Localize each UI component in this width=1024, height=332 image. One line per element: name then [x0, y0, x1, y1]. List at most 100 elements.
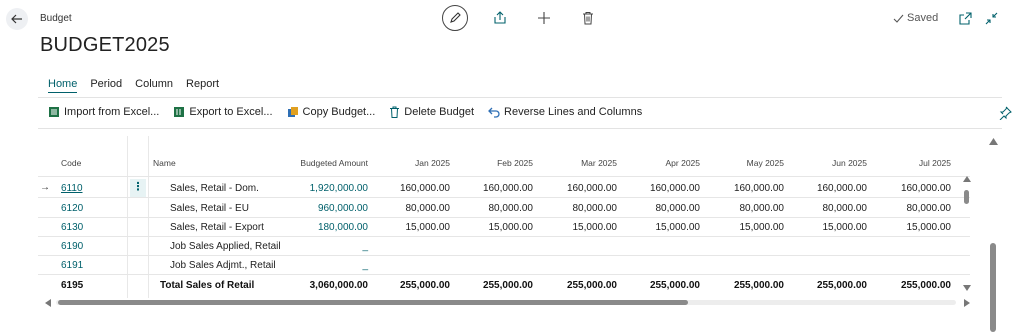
- name-cell[interactable]: Total Sales of Retail: [160, 280, 254, 291]
- jul-cell[interactable]: 15,000.00: [867, 222, 952, 233]
- trash-icon: [583, 12, 593, 25]
- row-actions-button[interactable]: ⋮: [130, 179, 146, 197]
- name-cell[interactable]: Sales, Retail - EU: [170, 203, 249, 214]
- apr-cell[interactable]: 160,000.00: [617, 183, 700, 194]
- feb-cell[interactable]: 255,000.00: [450, 280, 533, 291]
- jun-cell[interactable]: 160,000.00: [784, 183, 867, 194]
- edit-button[interactable]: [442, 5, 468, 31]
- copy-budget-label: Copy Budget...: [302, 106, 376, 118]
- table-row-total[interactable]: 6195 Total Sales of Retail 3,060,000.00 …: [38, 276, 970, 295]
- code-cell[interactable]: 6120: [61, 203, 83, 214]
- mar-cell[interactable]: 15,000.00: [533, 222, 618, 233]
- header-jan-2025[interactable]: Jan 2025: [368, 158, 450, 168]
- open-new-window-button[interactable]: [957, 10, 973, 26]
- page-scrollbar[interactable]: [990, 243, 996, 332]
- budgeted-amount-cell[interactable]: 960,000.00: [278, 203, 368, 214]
- tab-period[interactable]: Period: [90, 78, 122, 93]
- feb-cell[interactable]: 80,000.00: [450, 203, 534, 214]
- delete-button[interactable]: [576, 6, 600, 30]
- jul-cell[interactable]: 160,000.00: [867, 183, 951, 194]
- header-name[interactable]: Name: [153, 158, 176, 168]
- apr-cell[interactable]: 15,000.00: [617, 222, 701, 233]
- feb-cell[interactable]: 160,000.00: [450, 183, 533, 194]
- copy-budget-button[interactable]: Copy Budget...: [287, 106, 376, 118]
- budgeted-amount-cell[interactable]: _: [278, 241, 368, 252]
- table-row[interactable]: 6191 Job Sales Adjmt., Retail _: [38, 256, 970, 275]
- header-code[interactable]: Code: [61, 158, 81, 168]
- code-cell[interactable]: 6195: [61, 280, 83, 291]
- mar-cell[interactable]: 160,000.00: [533, 183, 617, 194]
- mar-cell[interactable]: 255,000.00: [533, 280, 617, 291]
- row-indicator-arrow-icon: →: [40, 182, 50, 193]
- reverse-lines-columns-button[interactable]: Reverse Lines and Columns: [488, 106, 642, 118]
- name-cell[interactable]: Sales, Retail - Dom.: [170, 183, 259, 194]
- header-may-2025[interactable]: May 2025: [700, 158, 784, 168]
- pencil-icon: [450, 12, 461, 23]
- may-cell[interactable]: 80,000.00: [700, 203, 785, 214]
- name-cell[interactable]: Job Sales Adjmt., Retail: [170, 260, 276, 271]
- reverse-arrow-icon: [488, 107, 500, 118]
- grid-vertical-scrollbar[interactable]: [964, 190, 969, 204]
- header-budgeted-amount[interactable]: Budgeted Amount: [278, 158, 368, 168]
- share-button[interactable]: [488, 6, 512, 30]
- new-button[interactable]: [532, 6, 556, 30]
- jul-cell[interactable]: 255,000.00: [867, 280, 951, 291]
- jul-cell[interactable]: 80,000.00: [867, 203, 952, 214]
- code-cell[interactable]: 6191: [61, 260, 83, 271]
- pin-button[interactable]: [998, 106, 1012, 121]
- jan-cell[interactable]: 160,000.00: [368, 183, 450, 194]
- budgeted-amount-cell[interactable]: _: [278, 260, 368, 271]
- budget-grid: Code Name Budgeted Amount Jan 2025 Feb 2…: [38, 136, 970, 298]
- table-row[interactable]: 6120 Sales, Retail - EU 960,000.00 80,00…: [38, 199, 970, 218]
- may-cell[interactable]: 160,000.00: [700, 183, 784, 194]
- page-scroll-up-icon[interactable]: [989, 138, 998, 145]
- open-in-new-window-icon: [958, 11, 972, 25]
- grid-scroll-down-icon[interactable]: [963, 285, 971, 291]
- apr-cell[interactable]: 255,000.00: [617, 280, 700, 291]
- arrow-left-icon: [11, 14, 22, 24]
- delete-budget-button[interactable]: Delete Budget: [389, 106, 474, 118]
- may-cell[interactable]: 15,000.00: [700, 222, 785, 233]
- import-from-excel-button[interactable]: Import from Excel...: [48, 106, 159, 118]
- header-feb-2025[interactable]: Feb 2025: [450, 158, 533, 168]
- code-cell[interactable]: 6110: [61, 183, 83, 194]
- tab-home[interactable]: Home: [48, 78, 78, 93]
- name-cell[interactable]: Sales, Retail - Export: [170, 222, 264, 233]
- budgeted-amount-cell[interactable]: 1,920,000.00: [278, 183, 368, 194]
- tab-column[interactable]: Column: [135, 78, 173, 93]
- table-row[interactable]: 6130 Sales, Retail - Export 180,000.00 1…: [38, 218, 970, 237]
- jun-cell[interactable]: 15,000.00: [784, 222, 868, 233]
- header-jul-2025[interactable]: Jul 2025: [867, 158, 951, 168]
- page-actions: [442, 5, 600, 31]
- may-cell[interactable]: 255,000.00: [700, 280, 784, 291]
- jan-cell[interactable]: 80,000.00: [368, 203, 451, 214]
- name-cell[interactable]: Job Sales Applied, Retail: [170, 241, 281, 252]
- budgeted-amount-cell[interactable]: 180,000.00: [278, 222, 368, 233]
- grid-scroll-up-icon[interactable]: [963, 176, 971, 182]
- jun-cell[interactable]: 80,000.00: [784, 203, 868, 214]
- header-apr-2025[interactable]: Apr 2025: [617, 158, 701, 168]
- header-mar-2025[interactable]: Mar 2025: [533, 158, 617, 168]
- budgeted-amount-cell[interactable]: 3,060,000.00: [278, 280, 368, 291]
- jan-cell[interactable]: 15,000.00: [368, 222, 451, 233]
- export-to-excel-button[interactable]: Export to Excel...: [173, 106, 273, 118]
- plus-icon: [538, 12, 550, 24]
- table-row[interactable]: → 6110 ⋮ Sales, Retail - Dom. 1,920,000.…: [38, 179, 970, 198]
- grid-scroll-left-icon[interactable]: [45, 299, 51, 307]
- header-jun-2025[interactable]: Jun 2025: [784, 158, 867, 168]
- grid-scroll-right-icon[interactable]: [964, 299, 970, 307]
- table-row[interactable]: 6190 Job Sales Applied, Retail _: [38, 237, 970, 256]
- divider: [38, 97, 1002, 98]
- tab-report[interactable]: Report: [186, 78, 219, 93]
- jun-cell[interactable]: 255,000.00: [784, 280, 867, 291]
- code-cell[interactable]: 6190: [61, 241, 83, 252]
- mar-cell[interactable]: 80,000.00: [533, 203, 618, 214]
- back-button[interactable]: [6, 8, 28, 30]
- code-cell[interactable]: 6130: [61, 222, 83, 233]
- collapse-button[interactable]: [983, 10, 999, 26]
- apr-cell[interactable]: 80,000.00: [617, 203, 701, 214]
- grid-horizontal-scrollbar[interactable]: [58, 300, 688, 305]
- jan-cell[interactable]: 255,000.00: [368, 280, 450, 291]
- saved-label: Saved: [907, 12, 939, 24]
- feb-cell[interactable]: 15,000.00: [450, 222, 534, 233]
